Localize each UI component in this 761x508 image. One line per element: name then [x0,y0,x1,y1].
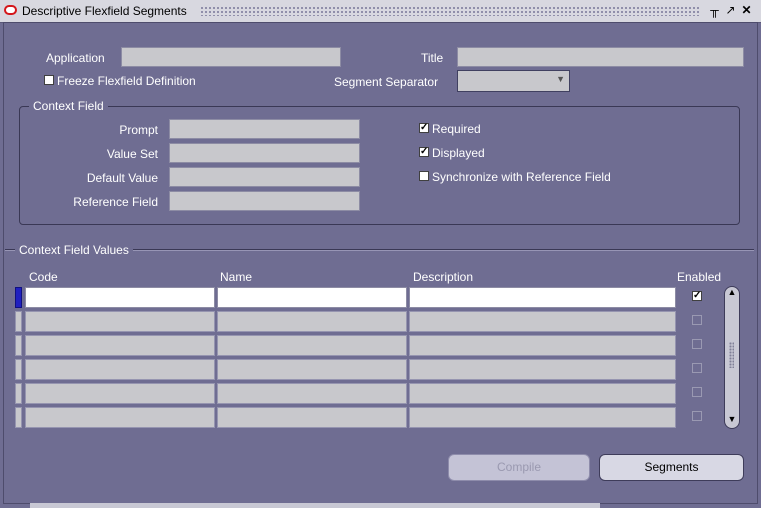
segments-button-label: Segments [644,460,699,474]
description-cell[interactable] [409,359,676,380]
row-selector[interactable] [15,335,22,356]
application-field[interactable] [121,47,341,67]
chevron-down-icon: ▼ [556,74,565,84]
description-cell[interactable] [409,407,676,428]
freeze-checkbox[interactable] [44,75,54,85]
description-cell[interactable] [409,383,676,404]
code-cell[interactable] [25,359,215,380]
column-header-description: Description [413,270,474,284]
code-cell[interactable] [25,407,215,428]
description-cell[interactable] [409,287,676,308]
status-strip [30,503,600,508]
enabled-checkbox[interactable]: ✓ [692,291,702,301]
scroll-thumb-grip-icon[interactable] [729,342,734,368]
description-cell[interactable] [409,311,676,332]
title-label: Title [421,51,444,65]
displayed-label: Displayed [432,146,485,160]
freeze-label: Freeze Flexfield Definition [57,74,196,88]
synchronize-label: Synchronize with Reference Field [432,170,611,184]
title-field[interactable] [457,47,744,67]
close-icon[interactable]: ✕ [740,3,753,17]
reference-field-field[interactable] [169,191,360,211]
code-cell[interactable] [25,311,215,332]
context-field-legend: Context Field [29,99,108,113]
name-cell[interactable] [217,311,407,332]
oracle-logo-icon [4,5,17,15]
form-panel [3,22,758,504]
reference-field-label: Reference Field [73,195,158,209]
title-bar-texture [200,6,700,16]
default-value-field[interactable] [169,167,360,187]
compile-button[interactable]: Compile [448,454,590,481]
default-value-label: Default Value [86,171,158,185]
name-cell[interactable] [217,383,407,404]
row-selector[interactable] [15,359,22,380]
application-label: Application [46,51,105,65]
window-title: Descriptive Flexfield Segments [22,4,191,18]
code-cell[interactable] [25,287,215,308]
row-selector[interactable] [15,383,22,404]
segment-separator-select[interactable]: ▼ [457,70,570,92]
name-cell[interactable] [217,359,407,380]
required-label: Required [432,122,481,136]
description-cell[interactable] [409,335,676,356]
code-cell[interactable] [25,383,215,404]
required-checkbox[interactable]: ✓ [419,123,429,133]
maximize-icon[interactable]: ↗ [724,3,737,17]
name-cell[interactable] [217,407,407,428]
prompt-label: Prompt [119,123,158,137]
enabled-checkbox[interactable] [692,339,702,349]
minimize-icon[interactable]: ╥ [708,3,721,17]
enabled-checkbox[interactable] [692,387,702,397]
displayed-checkbox[interactable]: ✓ [419,147,429,157]
segments-button[interactable]: Segments [599,454,744,481]
row-selector[interactable] [15,407,22,428]
column-header-name: Name [220,270,253,284]
column-header-code: Code [29,270,58,284]
row-selector[interactable] [15,287,22,308]
value-set-field[interactable] [169,143,360,163]
values-legend: Context Field Values [15,243,133,257]
enabled-checkbox[interactable] [692,411,702,421]
enabled-checkbox[interactable] [692,363,702,373]
compile-button-label: Compile [496,460,541,474]
value-set-label: Value Set [106,147,158,161]
scroll-down-icon[interactable]: ▼ [726,414,738,424]
rows-scrollbar[interactable]: ▲ ▼ [724,286,740,429]
prompt-field[interactable] [169,119,360,139]
segment-separator-label: Segment Separator [334,75,439,89]
name-cell[interactable] [217,335,407,356]
row-selector[interactable] [15,311,22,332]
code-cell[interactable] [25,335,215,356]
enabled-checkbox[interactable] [692,315,702,325]
synchronize-checkbox[interactable] [419,171,429,181]
column-header-enabled: Enabled [677,270,722,284]
name-cell[interactable] [217,287,407,308]
scroll-up-icon[interactable]: ▲ [726,287,738,297]
